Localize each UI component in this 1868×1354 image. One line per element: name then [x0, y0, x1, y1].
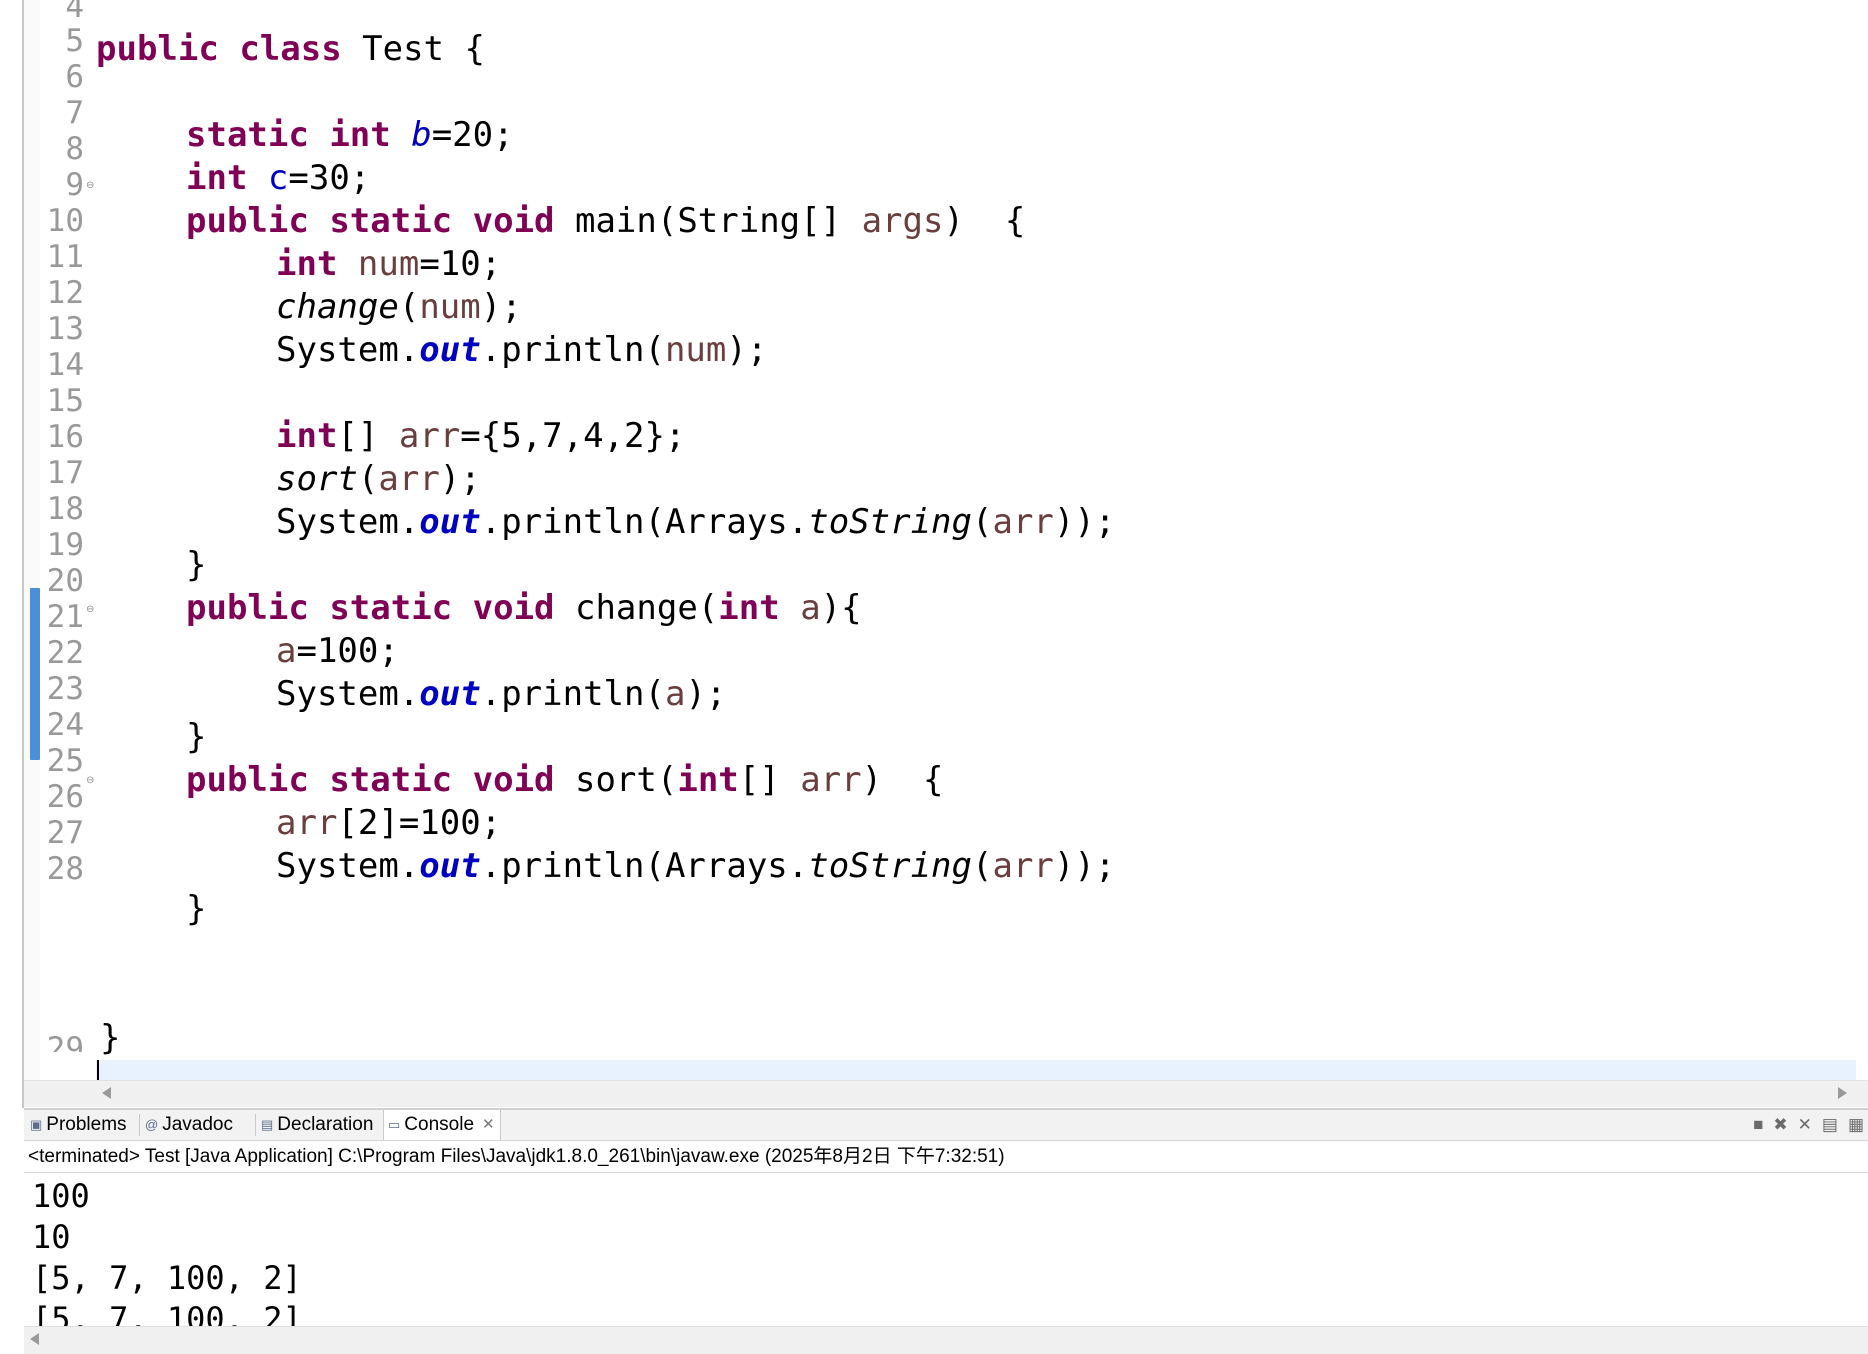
code-line: System.out.println(Arrays.toString(arr))…	[276, 846, 1116, 886]
divider	[24, 1172, 1868, 1173]
code-line: public static void main(String[] args) {	[186, 201, 1026, 241]
code-line: }	[100, 1018, 121, 1058]
code-line: change(num);	[276, 287, 522, 327]
code-line: System.out.println(num);	[276, 330, 768, 370]
output-line: 100	[32, 1177, 90, 1215]
scroll-left-icon[interactable]	[102, 1087, 111, 1099]
code-line: sort(arr);	[276, 459, 481, 499]
code-line: arr[2]=100;	[276, 803, 502, 843]
console-horizontal-scrollbar[interactable]	[24, 1326, 1868, 1354]
code-line: int num=10;	[276, 244, 502, 284]
close-icon[interactable]: ✕	[482, 1110, 495, 1140]
code-line: }	[186, 717, 207, 757]
tab-label: Javadoc	[162, 1114, 233, 1135]
fold-collapse-icon[interactable]: ⊖	[86, 605, 96, 615]
declaration-icon: ▤	[261, 1117, 274, 1132]
console-view: ▣ Problems @ Javadoc ▤ Declaration ▭ Con…	[24, 1108, 1868, 1354]
scroll-left-icon[interactable]	[30, 1333, 39, 1345]
code-line: System.out.println(Arrays.toString(arr))…	[276, 502, 1116, 542]
console-process-status: <terminated> Test [Java Application] C:\…	[28, 1146, 1005, 1167]
code-line: static int b=20;	[186, 115, 514, 155]
scroll-right-icon[interactable]	[1838, 1087, 1847, 1099]
tab-javadoc[interactable]: @ Javadoc	[141, 1110, 253, 1140]
javadoc-icon: @	[145, 1117, 159, 1132]
editor-horizontal-scrollbar[interactable]	[24, 1080, 1868, 1107]
scroll-lock-icon[interactable]: ▦	[1848, 1115, 1864, 1135]
terminate-icon[interactable]: ■	[1753, 1115, 1763, 1135]
fold-collapse-icon[interactable]: ⊖	[86, 776, 96, 786]
code-line: }	[186, 545, 207, 585]
problems-icon: ▣	[30, 1117, 43, 1132]
console-icon: ▭	[388, 1117, 401, 1132]
console-toolbar: ■ ✖ ✕ ▤ ▦	[1753, 1110, 1868, 1140]
code-line: System.out.println(a);	[276, 674, 727, 714]
quick-diff-change-marker[interactable]	[30, 588, 40, 760]
overview-ruler	[24, 0, 40, 1080]
remove-launch-icon[interactable]: ✖	[1773, 1115, 1787, 1135]
tab-console[interactable]: ▭ Console ✕	[383, 1110, 501, 1140]
output-line: [5, 7, 100, 2]	[32, 1300, 302, 1326]
clear-console-icon[interactable]: ▤	[1822, 1115, 1838, 1135]
tab-label: Console	[404, 1114, 475, 1135]
tab-separator	[139, 1114, 140, 1136]
code-line: int c=30;	[186, 158, 371, 198]
code-line: }	[186, 889, 207, 929]
output-line: 10	[32, 1218, 71, 1256]
fold-collapse-icon[interactable]: ⊖	[86, 181, 96, 191]
code-area[interactable]: public class Test { static int b=20; int…	[96, 0, 1856, 1080]
output-line: [5, 7, 100, 2]	[32, 1259, 302, 1297]
line-number: 28	[46, 851, 84, 887]
tab-declaration[interactable]: ▤ Declaration	[257, 1110, 381, 1140]
code-line: int[] arr={5,7,4,2};	[276, 416, 686, 456]
tab-label: Problems	[46, 1114, 127, 1135]
tab-label: Declaration	[277, 1114, 374, 1135]
view-tab-bar: ▣ Problems @ Javadoc ▤ Declaration ▭ Con…	[24, 1110, 1868, 1141]
code-line: public static void sort(int[] arr) {	[186, 760, 944, 800]
line-number: 29	[46, 1031, 84, 1052]
tab-separator	[255, 1114, 256, 1136]
line-number-gutter: 4 5 6 7 8 9 10 11 12 13 14 15 16 17 18 1…	[40, 0, 95, 1080]
remove-all-launches-icon[interactable]: ✕	[1798, 1115, 1812, 1135]
code-line: public class Test {	[96, 29, 485, 69]
tab-problems[interactable]: ▣ Problems	[26, 1110, 136, 1140]
console-output[interactable]: 100 10 [5, 7, 100, 2] [5, 7, 100, 2]	[32, 1176, 1862, 1326]
code-line: public static void change(int a){	[186, 588, 862, 628]
code-editor[interactable]: 4 5 6 7 8 9 10 11 12 13 14 15 16 17 18 1…	[0, 0, 1868, 1108]
code-line: a=100;	[276, 631, 399, 671]
